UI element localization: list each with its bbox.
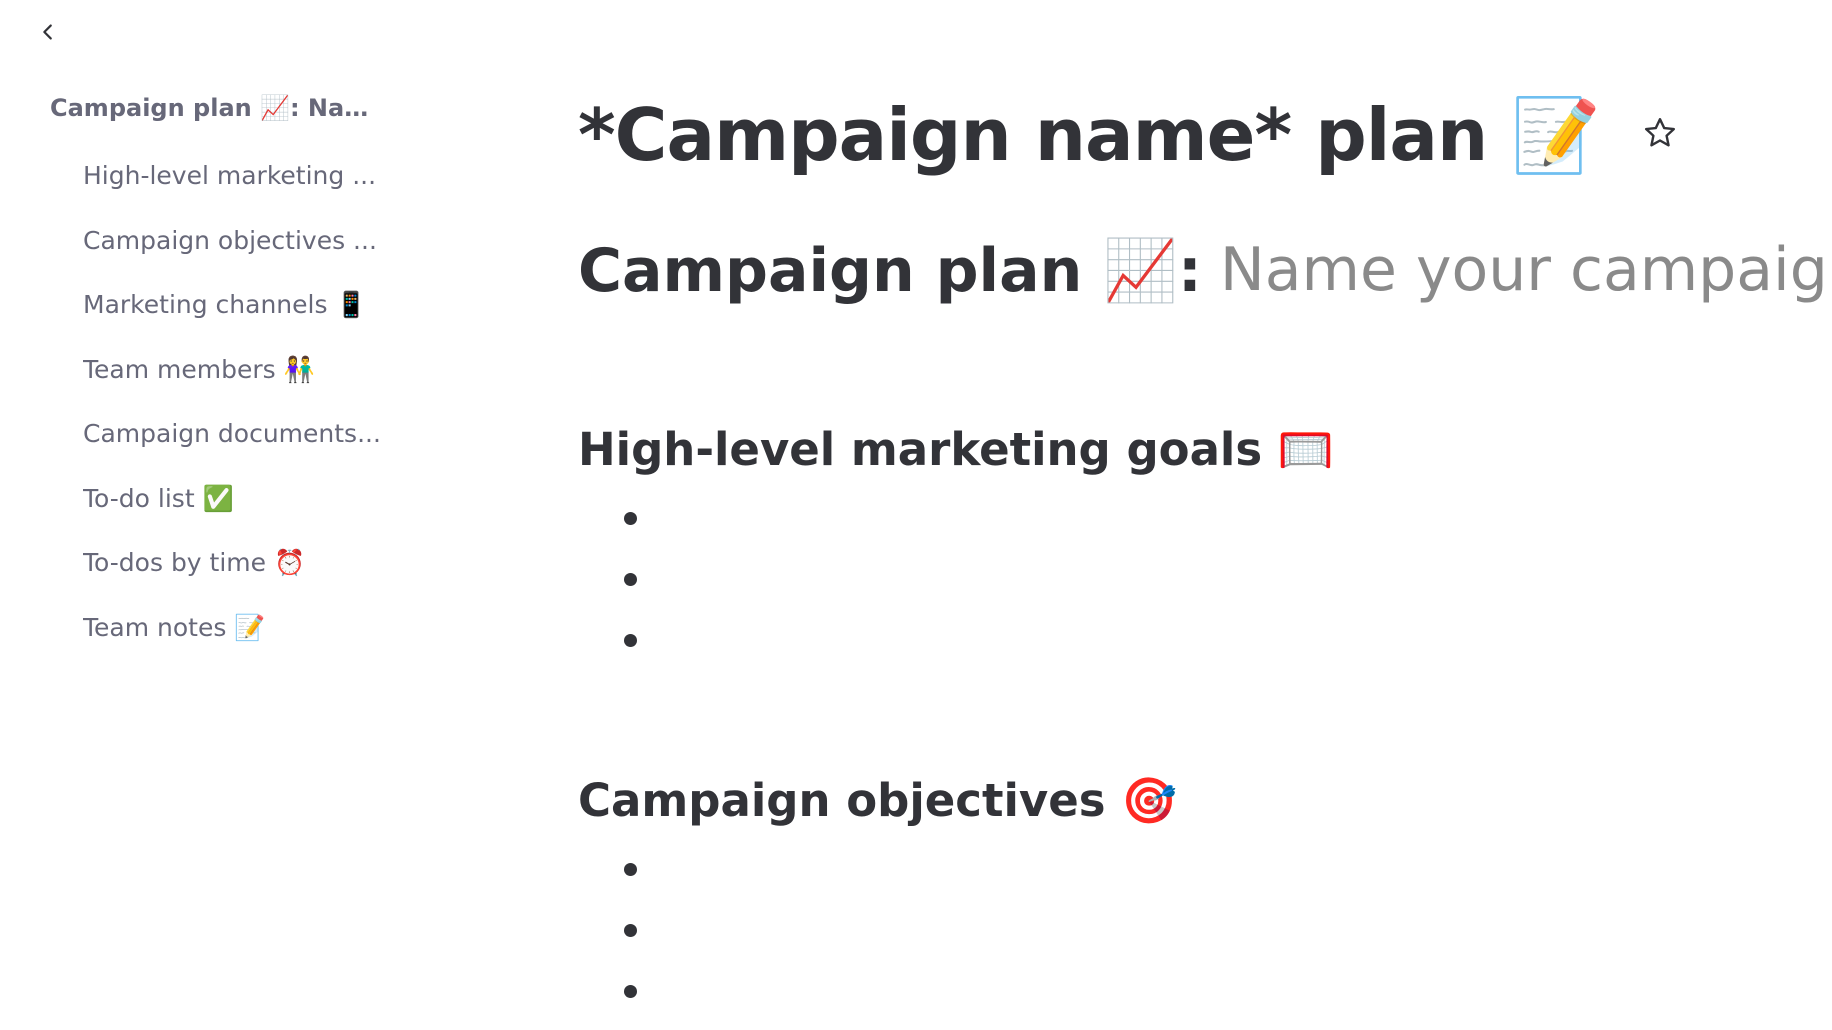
list-item[interactable] — [578, 549, 1808, 610]
list-item[interactable] — [578, 961, 1808, 1022]
star-icon — [1642, 115, 1678, 155]
bullet-dot — [624, 985, 637, 998]
bullet-dot — [624, 863, 637, 876]
table-of-contents: Campaign plan 📈: Nam... High-level marke… — [50, 88, 390, 672]
back-button[interactable] — [30, 16, 66, 52]
list-item[interactable] — [578, 900, 1808, 961]
section-heading-goals[interactable]: High-level marketing goals 🥅 — [578, 420, 1808, 480]
campaign-name-heading[interactable]: Campaign plan 📈: Name your campaign — [578, 230, 1832, 310]
toc-item-high-level-marketing[interactable]: High-level marketing ... — [83, 156, 393, 221]
doc-title[interactable]: *Campaign name* plan 📝 — [578, 93, 1601, 178]
heading-label: Campaign plan 📈: — [578, 235, 1202, 306]
toc-title[interactable]: Campaign plan 📈: Nam... — [50, 88, 385, 128]
bullet-dot — [624, 634, 637, 647]
toc-list: High-level marketing ... Campaign object… — [50, 156, 390, 672]
list-item[interactable] — [578, 610, 1808, 671]
bullet-dot — [624, 512, 637, 525]
bullet-dot — [624, 573, 637, 586]
list-item[interactable] — [578, 839, 1808, 900]
objectives-bullet-list — [578, 839, 1808, 1022]
doc-page: Campaign plan 📈: Nam... High-level marke… — [0, 0, 1832, 1030]
toc-item-campaign-documents[interactable]: Campaign documents... — [83, 414, 393, 479]
document-body: *Campaign name* plan 📝 Campaign plan 📈: … — [578, 80, 1832, 1022]
toc-item-campaign-objectives[interactable]: Campaign objectives ... — [83, 221, 393, 286]
toc-item-team-notes[interactable]: Team notes 📝 — [83, 608, 393, 673]
toc-item-to-do-list[interactable]: To-do list ✅ — [83, 479, 393, 544]
section-heading-objectives[interactable]: Campaign objectives 🎯 — [578, 771, 1808, 831]
toc-item-to-dos-by-time[interactable]: To-dos by time ⏰ — [83, 543, 393, 608]
toc-item-marketing-channels[interactable]: Marketing channels 📱 — [83, 285, 393, 350]
chevron-left-icon — [37, 21, 59, 47]
favorite-button[interactable] — [1638, 113, 1682, 157]
goals-bullet-list — [578, 488, 1808, 671]
bullet-dot — [624, 924, 637, 937]
doc-title-row: *Campaign name* plan 📝 — [578, 80, 1808, 190]
toc-item-team-members[interactable]: Team members 👫 — [83, 350, 393, 415]
list-item[interactable] — [578, 488, 1808, 549]
campaign-name-placeholder[interactable]: Name your campaign — [1220, 235, 1832, 305]
